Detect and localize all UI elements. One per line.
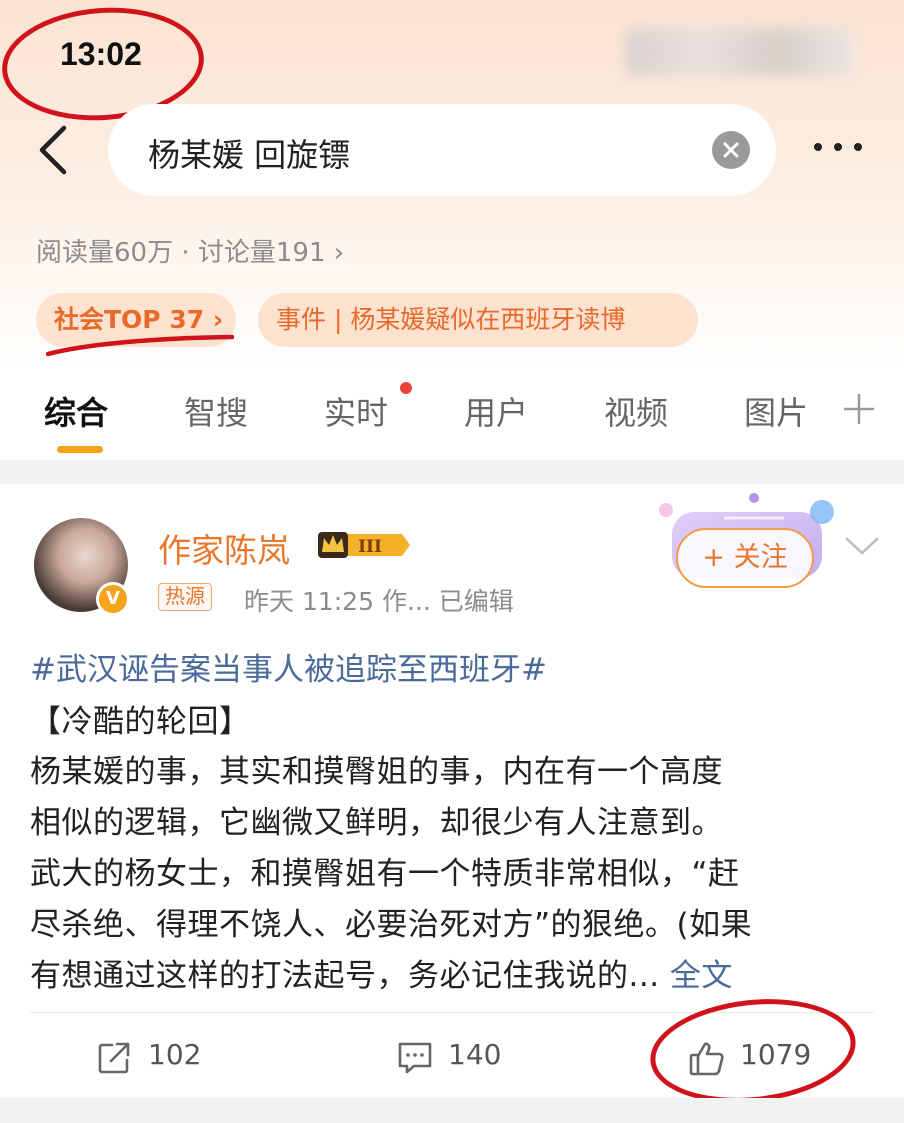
post-menu-button[interactable] [844, 534, 880, 558]
new-dot [400, 382, 412, 394]
comment-count: 140 [448, 1038, 502, 1071]
more-icon [814, 143, 862, 151]
post-text-line: 【冷酷的轮回】 [30, 704, 251, 740]
post-text-tail: 有想通过这样的打法起号，务必记住我说的... [30, 958, 670, 994]
red-annotation-underline [46, 334, 235, 357]
tab-active-indicator [57, 446, 103, 453]
crown-icon: III [318, 532, 410, 558]
tab-add-button[interactable] [842, 392, 876, 426]
event-tag[interactable]: 事件 | 杨某媛疑似在西班牙读博 [258, 293, 698, 347]
tab-smart-search[interactable]: 智搜 [184, 388, 248, 434]
search-query: 杨某媛 回旋镖 [148, 136, 351, 174]
tab-videos[interactable]: 视频 [604, 388, 668, 434]
post-text-line: 尽杀绝、得理不饶人、必要治死对方”的狠绝。(如果 [30, 907, 753, 943]
author-name[interactable]: 作家陈岚 [158, 524, 290, 572]
tab-bar: 综合 智搜 实时 用户 视频 图片 [0, 380, 904, 458]
chevron-down-icon [845, 537, 879, 555]
post-card: V 作家陈岚 III 热源 昨天 11:25 作... 已编辑 + 关注 #武汉… [0, 484, 904, 1113]
back-arrow-icon [39, 125, 67, 175]
more-button[interactable] [808, 132, 868, 162]
hot-source-tag: 热源 [158, 583, 212, 611]
repost-count: 102 [148, 1038, 202, 1071]
repost-button[interactable]: 102 [96, 1036, 226, 1080]
post-text-line-last: 有想通过这样的打法起号，务必记住我说的... 全文 [30, 950, 733, 995]
post-meta: 昨天 11:25 作... 已编辑 [244, 587, 514, 616]
full-text-link[interactable]: 全文 [670, 958, 733, 994]
red-annotation-circle-likes [645, 989, 861, 1113]
comment-icon [398, 1042, 432, 1074]
follow-button[interactable]: + 关注 [676, 528, 814, 588]
tab-realtime[interactable]: 实时 [324, 388, 388, 434]
tab-images[interactable]: 图片 [744, 388, 808, 434]
tab-users[interactable]: 用户 [464, 388, 528, 434]
post-hashtag[interactable]: #武汉诬告案当事人被追踪至西班牙# [30, 644, 547, 689]
post-text-line: 杨某媛的事，其实和摸臀姐的事，内在有一个高度 [30, 754, 723, 790]
bottom-separator [0, 1098, 904, 1123]
post-text-line: 相似的逻辑，它幽微又鲜明，却很少有人注意到。 [30, 805, 723, 841]
topic-stats[interactable]: 阅读量60万 · 讨论量191 › [36, 232, 344, 269]
verified-badge: V [96, 582, 130, 616]
post-text-line: 武大的杨女士，和摸臀姐有一个特质非常相似，“赶 [30, 856, 740, 892]
clear-button[interactable] [712, 131, 750, 169]
comment-button[interactable]: 140 [396, 1036, 526, 1080]
level-text: III [358, 537, 382, 557]
share-icon [98, 1042, 130, 1074]
clear-icon [723, 142, 739, 158]
tab-comprehensive[interactable]: 综合 [44, 388, 108, 434]
back-button[interactable] [30, 122, 80, 182]
search-input[interactable]: 杨某媛 回旋镖 [108, 104, 776, 196]
status-icons-blurred [625, 28, 855, 76]
member-level-badge: III [318, 528, 412, 562]
plus-icon [844, 394, 874, 424]
